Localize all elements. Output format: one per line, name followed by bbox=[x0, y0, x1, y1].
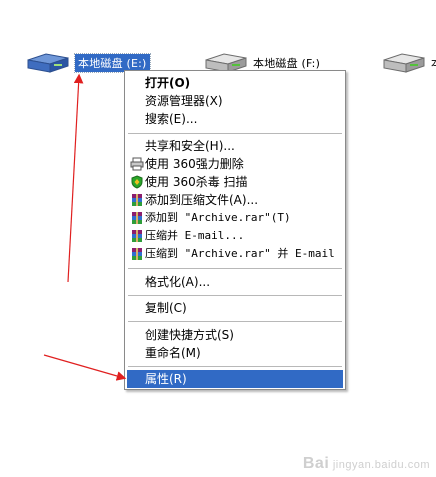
printer-icon bbox=[130, 157, 144, 171]
arrow-to-drive bbox=[67, 73, 84, 283]
menu-separator bbox=[128, 366, 342, 367]
menu-item-label: 使用 360杀毒 扫描 bbox=[145, 175, 248, 189]
watermark: Bai jingyan.baidu.com bbox=[303, 455, 430, 473]
menu-item-create-shortcut[interactable]: 创建快捷方式(S) bbox=[127, 326, 343, 344]
menu-separator bbox=[128, 295, 342, 296]
menu-item-label: 格式化(A)... bbox=[145, 275, 211, 289]
context-menu: 打开(O) 资源管理器(X) 搜索(E)... 共享和安全(H)... 使用 3… bbox=[124, 70, 346, 390]
menu-item-label: 共享和安全(H)... bbox=[145, 139, 235, 153]
menu-item-add-archive-rar[interactable]: 添加到 "Archive.rar"(T) bbox=[127, 209, 343, 227]
menu-item-search[interactable]: 搜索(E)... bbox=[127, 110, 343, 128]
hard-drive-icon bbox=[27, 53, 69, 73]
menu-item-label: 资源管理器(X) bbox=[145, 94, 223, 108]
watermark-brand: Bai bbox=[302, 455, 330, 472]
menu-item-label: 使用 360强力删除 bbox=[145, 157, 244, 171]
menu-item-label: 添加到压缩文件(A)... bbox=[145, 193, 259, 207]
shield-icon bbox=[131, 175, 143, 189]
drive-g[interactable]: 本 bbox=[380, 52, 436, 74]
menu-item-label: 添加到 "Archive.rar"(T) bbox=[145, 211, 291, 224]
menu-separator bbox=[128, 321, 342, 322]
winrar-icon bbox=[132, 248, 142, 260]
menu-item-label: 复制(C) bbox=[145, 301, 187, 315]
menu-separator bbox=[128, 268, 342, 269]
menu-item-label: 创建快捷方式(S) bbox=[145, 328, 234, 342]
arrow-to-properties bbox=[43, 354, 127, 381]
menu-item-label: 压缩并 E-mail... bbox=[145, 229, 245, 242]
hard-drive-icon bbox=[383, 53, 425, 73]
winrar-icon bbox=[132, 212, 142, 224]
menu-item-360-delete[interactable]: 使用 360强力删除 bbox=[127, 155, 343, 173]
menu-item-add-archive[interactable]: 添加到压缩文件(A)... bbox=[127, 191, 343, 209]
winrar-icon bbox=[132, 230, 142, 242]
menu-item-rename[interactable]: 重命名(M) bbox=[127, 344, 343, 362]
menu-item-label: 打开(O) bbox=[145, 76, 191, 90]
menu-separator bbox=[128, 133, 342, 134]
menu-item-explorer[interactable]: 资源管理器(X) bbox=[127, 92, 343, 110]
menu-item-open[interactable]: 打开(O) bbox=[127, 74, 343, 92]
menu-item-compress-email[interactable]: 压缩并 E-mail... bbox=[127, 227, 343, 245]
menu-item-label: 属性(R) bbox=[145, 372, 187, 386]
menu-item-360-scan[interactable]: 使用 360杀毒 扫描 bbox=[127, 173, 343, 191]
watermark-suffix: jingyan.baidu.com bbox=[332, 459, 430, 471]
menu-item-label: 压缩到 "Archive.rar" 并 E-mail bbox=[145, 247, 335, 260]
drive-label: 本 bbox=[431, 55, 436, 71]
menu-item-sharing[interactable]: 共享和安全(H)... bbox=[127, 137, 343, 155]
menu-item-label: 搜索(E)... bbox=[145, 112, 198, 126]
winrar-icon bbox=[132, 194, 142, 206]
menu-item-compress-rar-email[interactable]: 压缩到 "Archive.rar" 并 E-mail bbox=[127, 245, 343, 263]
menu-item-copy[interactable]: 复制(C) bbox=[127, 299, 343, 317]
menu-item-format[interactable]: 格式化(A)... bbox=[127, 273, 343, 291]
menu-item-label: 重命名(M) bbox=[145, 346, 201, 360]
menu-item-properties[interactable]: 属性(R) bbox=[127, 370, 343, 388]
drive-label: 本地磁盘 (F:) bbox=[253, 57, 321, 70]
